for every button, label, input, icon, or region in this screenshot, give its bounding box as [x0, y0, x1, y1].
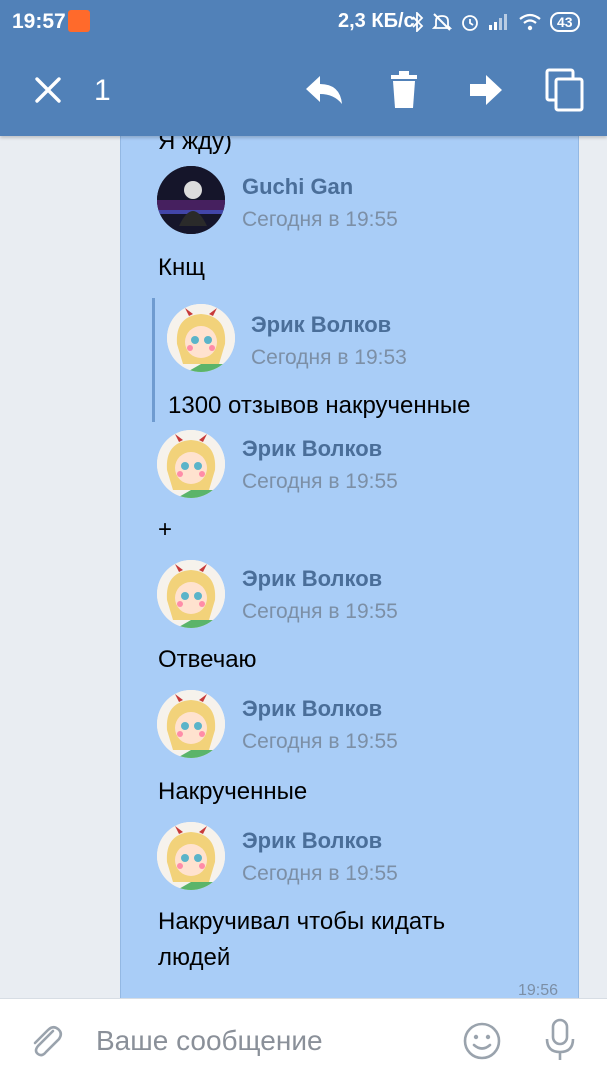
avatar-cartoon-image [157, 822, 225, 890]
message-date: Сегодня в 19:55 [242, 208, 398, 231]
forward-icon[interactable] [462, 68, 506, 112]
mute-icon [432, 13, 452, 31]
bluetooth-icon [412, 12, 424, 32]
avatar[interactable] [157, 430, 225, 498]
message-text-line2: людей [158, 944, 231, 971]
attach-icon[interactable] [26, 1021, 66, 1061]
author-name[interactable]: Эрик Волков [242, 566, 382, 592]
trash-icon[interactable] [382, 68, 426, 112]
avatar-cartoon-image [157, 690, 225, 758]
copy-icon[interactable] [543, 68, 587, 112]
message-date: Сегодня в 19:53 [251, 346, 407, 369]
avatar[interactable] [157, 690, 225, 758]
avatar[interactable] [157, 166, 225, 234]
avatar-dark-image [157, 166, 225, 234]
message-text: + [158, 516, 173, 543]
message-text-line1: Накручивал чтобы кидать [158, 908, 446, 935]
avatar-cartoon-image [157, 430, 225, 498]
message-date: Сегодня в 19:55 [242, 730, 398, 753]
top-bar: 19:57 2,3 КБ/с 43 1 [0, 0, 607, 136]
message-text: Отвечаю [158, 646, 257, 673]
author-name[interactable]: Эрик Волков [251, 312, 391, 338]
status-icons: 43 [412, 8, 580, 36]
wifi-icon [519, 13, 541, 31]
close-icon[interactable] [28, 70, 68, 110]
battery-icon: 43 [550, 12, 580, 32]
status-bar: 19:57 2,3 КБ/с 43 [0, 0, 607, 44]
selection-action-bar: 1 [0, 44, 607, 136]
emoji-icon[interactable] [462, 1021, 502, 1061]
avatar[interactable] [157, 560, 225, 628]
author-name[interactable]: Эрик Волков [242, 828, 382, 854]
message-input-bar: Ваше сообщение [0, 998, 607, 1080]
avatar[interactable] [157, 822, 225, 890]
message-date: Сегодня в 19:55 [242, 600, 398, 623]
alarm-icon [462, 15, 478, 31]
author-name[interactable]: Эрик Волков [242, 696, 382, 722]
message-date: Сегодня в 19:55 [242, 862, 398, 885]
microphone-icon[interactable] [540, 1017, 580, 1063]
avatar-cartoon-image [167, 304, 235, 372]
avatar[interactable] [167, 304, 235, 372]
avatar-cartoon-image [157, 560, 225, 628]
author-name[interactable]: Эрик Волков [242, 436, 382, 462]
message-text: Накрученные [158, 778, 308, 805]
status-time: 19:57 [12, 10, 66, 33]
signal-icon [489, 14, 507, 30]
quoted-message-text: 1300 отзывов накрученные [168, 392, 471, 419]
message-text: Кнщ [158, 254, 205, 281]
selected-count: 1 [94, 74, 111, 107]
reply-icon[interactable] [302, 68, 346, 112]
selected-message[interactable]: Я жду) Guchi Gan Сегодня в 19:55 Кнщ Эри… [120, 100, 579, 999]
author-name[interactable]: Guchi Gan [242, 174, 353, 200]
quote-bar [152, 298, 155, 422]
app-notification-icon [68, 10, 90, 32]
message-input[interactable]: Ваше сообщение [96, 1025, 323, 1057]
message-date: Сегодня в 19:55 [242, 470, 398, 493]
network-speed: 2,3 КБ/с [338, 10, 415, 32]
